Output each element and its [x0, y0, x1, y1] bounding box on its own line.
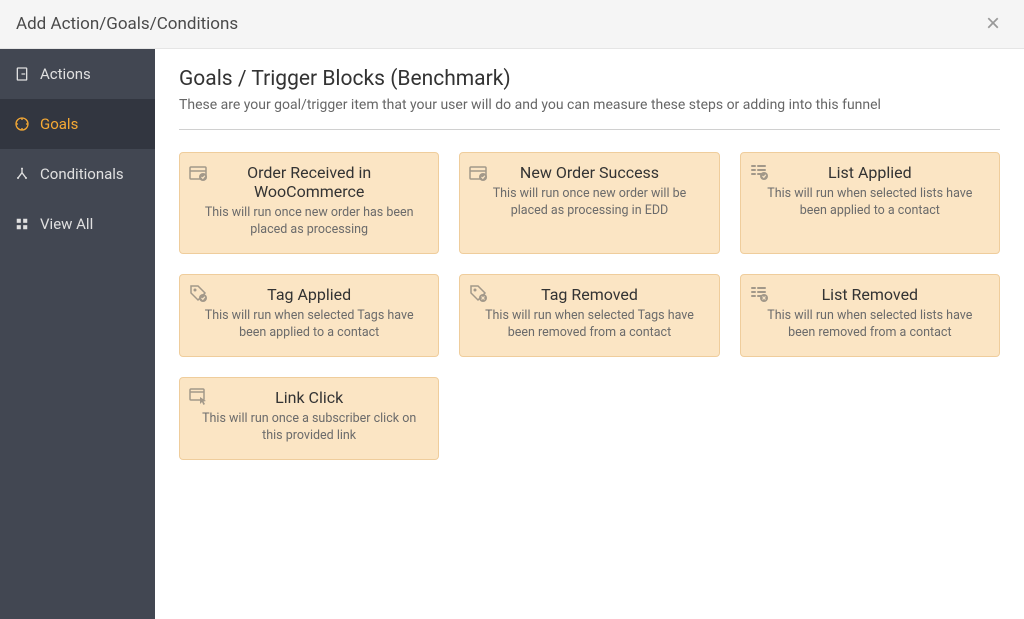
- card-description: This will run when selected Tags have be…: [194, 308, 424, 342]
- list-check-icon: [749, 161, 769, 181]
- card-title: List Applied: [755, 163, 985, 182]
- sidebar-item-label: Actions: [40, 65, 91, 83]
- card-title: Link Click: [194, 388, 424, 407]
- document-icon: [14, 66, 30, 82]
- content-panel: Goals / Trigger Blocks (Benchmark) These…: [155, 49, 1024, 619]
- card-title: Tag Applied: [194, 285, 424, 304]
- target-icon: [14, 116, 30, 132]
- sidebar-item-actions[interactable]: Actions: [0, 49, 155, 99]
- modal-title: Add Action/Goals/Conditions: [16, 14, 238, 34]
- card-title: List Removed: [755, 285, 985, 304]
- trigger-card[interactable]: Tag Removed This will run when selected T…: [459, 274, 719, 357]
- content-title: Goals / Trigger Blocks (Benchmark): [179, 67, 1000, 91]
- card-description: This will run once new order will be pla…: [474, 186, 704, 220]
- branch-icon: [14, 166, 30, 182]
- modal-body: Actions Goals: [0, 49, 1024, 619]
- divider: [179, 129, 1000, 130]
- close-button[interactable]: ×: [978, 12, 1008, 36]
- sidebar-item-label: Goals: [40, 115, 78, 133]
- sidebar-item-goals[interactable]: Goals: [0, 99, 155, 149]
- trigger-card[interactable]: Order Received in WooCommerce This will r…: [179, 152, 439, 254]
- card-description: This will run when selected lists have b…: [755, 186, 985, 220]
- tag-check-icon: [188, 283, 208, 303]
- trigger-card[interactable]: Link Click This will run once a subscribe…: [179, 377, 439, 460]
- sidebar: Actions Goals: [0, 49, 155, 619]
- modal: Add Action/Goals/Conditions × Actions: [0, 0, 1024, 619]
- card-title: New Order Success: [474, 163, 704, 182]
- order-icon: [468, 161, 488, 181]
- content-subtitle: These are your goal/trigger item that yo…: [179, 97, 1000, 113]
- sidebar-item-conditionals[interactable]: Conditionals: [0, 149, 155, 199]
- modal-header: Add Action/Goals/Conditions ×: [0, 0, 1024, 49]
- close-icon: ×: [986, 10, 1000, 37]
- card-title: Order Received in WooCommerce: [194, 163, 424, 201]
- list-remove-icon: [749, 283, 769, 303]
- trigger-card[interactable]: List Applied This will run when selected …: [740, 152, 1000, 254]
- cards-grid: Order Received in WooCommerce This will r…: [179, 152, 1000, 460]
- grid-icon: [14, 216, 30, 232]
- tag-remove-icon: [468, 283, 488, 303]
- sidebar-item-label: View All: [40, 215, 93, 233]
- order-icon: [188, 161, 208, 181]
- card-title: Tag Removed: [474, 285, 704, 304]
- link-click-icon: [188, 386, 208, 406]
- trigger-card[interactable]: Tag Applied This will run when selected T…: [179, 274, 439, 357]
- card-description: This will run when selected lists have b…: [755, 308, 985, 342]
- sidebar-item-view-all[interactable]: View All: [0, 199, 155, 249]
- card-description: This will run once new order has been pl…: [194, 205, 424, 239]
- trigger-card[interactable]: New Order Success This will run once new …: [459, 152, 719, 254]
- card-description: This will run when selected Tags have be…: [474, 308, 704, 342]
- sidebar-item-label: Conditionals: [40, 165, 124, 183]
- card-description: This will run once a subscriber click on…: [194, 411, 424, 445]
- trigger-card[interactable]: List Removed This will run when selected …: [740, 274, 1000, 357]
